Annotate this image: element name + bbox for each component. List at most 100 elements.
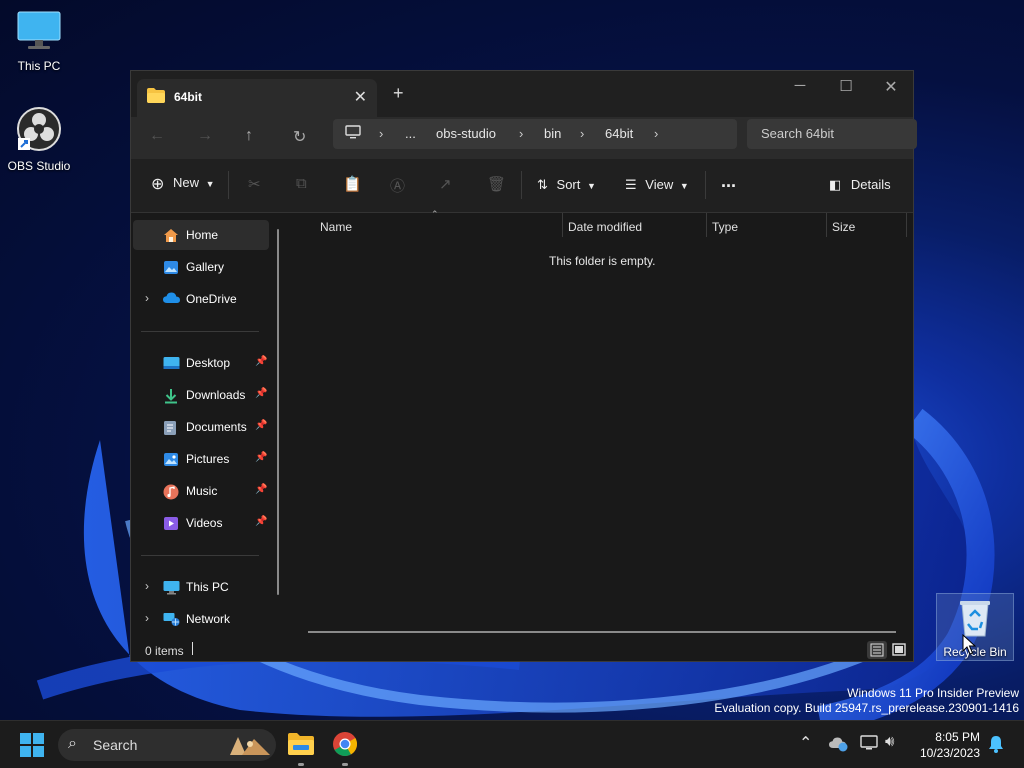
- sidebar-item-label: OneDrive: [186, 292, 237, 306]
- sidebar-item-onedrive[interactable]: › OneDrive: [133, 284, 269, 314]
- maximize-button[interactable]: ☐: [823, 77, 869, 95]
- tab-64bit[interactable]: 64bit ✕: [137, 79, 377, 117]
- clock-date: 10/23/2023: [919, 746, 980, 760]
- sidebar-item-pictures[interactable]: Pictures 📌: [133, 444, 269, 474]
- new-button-label: New: [173, 175, 200, 190]
- navigation-bar: ← → ↑ ↻ › ... obs-studio › bin › 64bit ›…: [131, 117, 917, 159]
- desktop-icon-obs-studio[interactable]: OBS Studio: [0, 106, 78, 173]
- details-view-button[interactable]: [867, 641, 887, 659]
- column-header-date-modified[interactable]: Date modified: [568, 220, 642, 234]
- sidebar-item-downloads[interactable]: Downloads 📌: [133, 380, 269, 410]
- details-button[interactable]: ◧ Details: [829, 177, 891, 193]
- sidebar-item-desktop[interactable]: Desktop 📌: [133, 348, 269, 378]
- pin-icon[interactable]: 📌: [255, 516, 267, 527]
- empty-folder-message: This folder is empty.: [549, 254, 656, 268]
- volume-icon[interactable]: 🔊︎: [885, 733, 894, 750]
- column-divider[interactable]: [562, 213, 563, 237]
- sidebar-item-videos[interactable]: Videos 📌: [133, 508, 269, 538]
- pin-icon[interactable]: 📌: [255, 484, 267, 495]
- breadcrumb-64bit[interactable]: 64bit: [605, 126, 633, 141]
- title-bar: 64bit ✕ + ─ ☐ ✕: [131, 71, 913, 117]
- large-icons-view-button[interactable]: [889, 641, 909, 659]
- start-button[interactable]: [20, 733, 44, 757]
- paste-icon[interactable]: 📋: [343, 175, 362, 193]
- document-icon: [163, 420, 177, 439]
- pin-icon[interactable]: 📌: [255, 420, 267, 431]
- column-divider[interactable]: [826, 213, 827, 237]
- search-icon: ⌕: [68, 735, 77, 752]
- notification-bell-icon[interactable]: [988, 735, 1004, 756]
- close-window-button[interactable]: ✕: [868, 77, 914, 97]
- more-options-button[interactable]: ...: [721, 171, 736, 192]
- sidebar-item-home[interactable]: Home: [133, 220, 269, 250]
- taskbar-chrome[interactable]: [332, 731, 358, 757]
- view-list-icon: ☰: [625, 177, 637, 192]
- desktop-icon-this-pc[interactable]: This PC: [0, 10, 78, 73]
- new-tab-button[interactable]: +: [393, 83, 404, 104]
- network-status-icon[interactable]: [860, 735, 878, 754]
- rename-icon[interactable]: Ⓐ: [390, 175, 405, 196]
- monitor-icon: [0, 10, 78, 55]
- pin-icon[interactable]: 📌: [255, 388, 267, 399]
- sort-button-label: Sort: [556, 177, 581, 192]
- chevron-down-icon: ▼: [205, 179, 215, 189]
- sidebar-scrollbar[interactable]: [277, 229, 279, 595]
- onedrive-status-icon[interactable]: [829, 736, 849, 755]
- up-arrow-icon[interactable]: ↑: [245, 127, 253, 145]
- search-input[interactable]: Search 64bit: [761, 126, 834, 141]
- share-icon[interactable]: ↗: [439, 175, 452, 193]
- obs-logo-icon: [0, 106, 78, 155]
- status-bar: 0 items: [131, 636, 913, 662]
- breadcrumb-obs-studio[interactable]: obs-studio: [436, 126, 496, 141]
- chevron-right-icon[interactable]: ›: [654, 126, 658, 141]
- chevron-right-icon[interactable]: ›: [145, 579, 149, 593]
- breadcrumb-bin[interactable]: bin: [544, 126, 561, 141]
- new-button[interactable]: ⊕ New ▼: [151, 174, 215, 194]
- breadcrumb-overflow[interactable]: ...: [405, 126, 416, 141]
- refresh-icon[interactable]: ↻: [293, 127, 306, 147]
- sidebar-item-this-pc[interactable]: › This PC: [133, 572, 269, 602]
- sidebar-item-music[interactable]: Music 📌: [133, 476, 269, 506]
- chevron-right-icon[interactable]: ›: [580, 126, 584, 141]
- taskbar-file-explorer[interactable]: [287, 731, 315, 759]
- column-header-type[interactable]: Type: [712, 220, 738, 234]
- column-header-name[interactable]: Name: [320, 220, 352, 234]
- forward-arrow-icon[interactable]: →: [197, 127, 213, 145]
- pin-icon[interactable]: 📌: [255, 452, 267, 463]
- search-box[interactable]: Search 64bit: [747, 119, 917, 149]
- back-arrow-icon[interactable]: ←: [149, 127, 165, 145]
- chevron-right-icon[interactable]: ›: [379, 126, 383, 141]
- copy-icon[interactable]: ⧉: [296, 175, 307, 192]
- sidebar-item-documents[interactable]: Documents 📌: [133, 412, 269, 442]
- address-bar[interactable]: › ... obs-studio › bin › 64bit ›: [333, 119, 737, 149]
- show-hidden-icons-chevron-up-icon[interactable]: ⌃: [799, 733, 812, 753]
- sort-button[interactable]: ⇅ Sort ▼: [537, 177, 596, 193]
- sidebar-item-label: Home: [186, 228, 219, 242]
- close-tab-icon[interactable]: ✕: [354, 87, 367, 107]
- taskbar-search-box[interactable]: ⌕ Search: [58, 729, 276, 761]
- column-divider[interactable]: [906, 213, 907, 237]
- chevron-right-icon[interactable]: ›: [519, 126, 523, 141]
- home-icon: [163, 228, 179, 246]
- pin-icon[interactable]: 📌: [255, 356, 267, 367]
- view-button-label: View: [645, 177, 674, 192]
- desktop-icon-label: This PC: [17, 59, 61, 73]
- computer-icon: [345, 125, 361, 142]
- column-divider[interactable]: [706, 213, 707, 237]
- delete-icon[interactable]: 🗑: [487, 175, 506, 193]
- clock-time: 8:05 PM: [935, 730, 980, 744]
- chevron-right-icon[interactable]: ›: [145, 611, 149, 625]
- toolbar-divider: [705, 171, 706, 199]
- view-button[interactable]: ☰ View ▼: [625, 177, 689, 193]
- sidebar-item-label: Desktop: [186, 356, 231, 370]
- clock[interactable]: 8:05 PM 10/23/2023: [920, 729, 980, 761]
- sidebar-item-network[interactable]: › Network: [133, 604, 269, 634]
- minimize-button[interactable]: ─: [777, 77, 823, 94]
- chevron-right-icon[interactable]: ›: [145, 291, 149, 305]
- cut-icon[interactable]: ✂: [248, 175, 261, 193]
- horizontal-scrollbar[interactable]: [308, 631, 896, 633]
- toolbar-divider: [228, 171, 229, 199]
- running-indicator: [342, 763, 348, 766]
- column-header-size[interactable]: Size: [832, 220, 855, 234]
- sidebar-item-gallery[interactable]: Gallery: [133, 252, 269, 282]
